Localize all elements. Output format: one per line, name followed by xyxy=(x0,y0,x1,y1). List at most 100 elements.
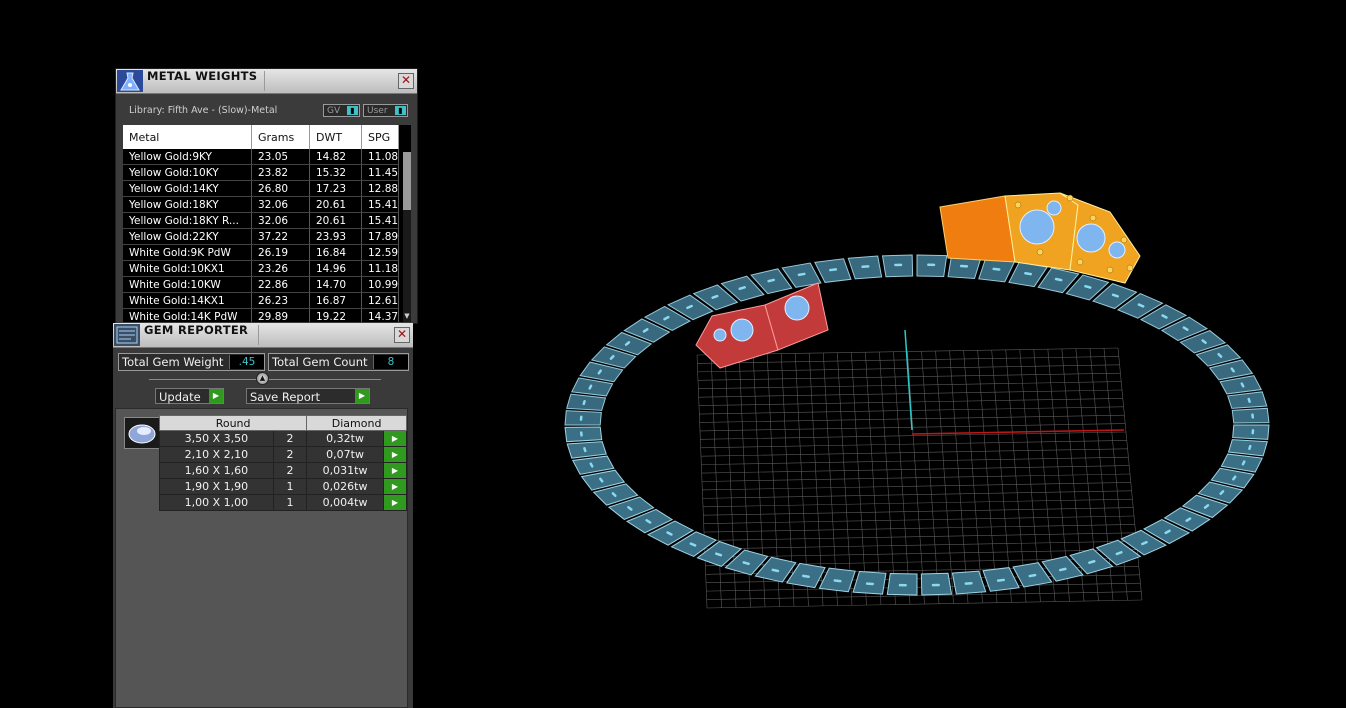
gem-row[interactable]: 2,10 X 2,10 2 0,07tw ▶ xyxy=(159,446,408,463)
close-icon[interactable]: ✕ xyxy=(394,327,410,343)
metal-name-cell: White Gold:10KW xyxy=(123,276,252,293)
gemstone xyxy=(1046,200,1062,216)
table-row[interactable]: Yellow Gold:10KY 23.82 15.32 11.45 xyxy=(123,164,400,181)
column-header-round[interactable]: Round xyxy=(158,415,308,431)
segment-slot xyxy=(992,267,1001,271)
panel-title: GEM REPORTER xyxy=(144,323,249,337)
column-header-spg[interactable]: SPG xyxy=(361,125,400,149)
select-gem-arrow-icon[interactable]: ▶ xyxy=(382,494,408,511)
user-toggle[interactable]: User ▮ xyxy=(363,104,408,117)
metal-name-cell: Yellow Gold:9KY xyxy=(123,149,252,165)
segment-slot xyxy=(715,552,723,557)
table-row[interactable]: Yellow Gold:14KY 26.80 17.23 12.88 xyxy=(123,180,400,197)
play-arrow-icon: ▶ xyxy=(355,389,369,403)
prong xyxy=(1089,214,1097,222)
gem-weight-cell: 0,004tw xyxy=(306,494,384,511)
segment-slot xyxy=(996,578,1005,582)
band-segment xyxy=(564,410,602,426)
gem-weight-cell: 0,07tw xyxy=(306,446,384,463)
table-row[interactable]: White Gold:10KW 22.86 14.70 10.99 xyxy=(123,276,400,293)
select-gem-arrow-icon[interactable]: ▶ xyxy=(382,446,408,463)
prong xyxy=(1014,201,1022,209)
column-header-dwt[interactable]: DWT xyxy=(309,125,362,149)
segment-slot xyxy=(1240,382,1245,388)
gv-toggle[interactable]: GV ▮ xyxy=(323,104,360,117)
table-row[interactable]: White Gold:9K PdW 26.19 16.84 12.59 xyxy=(123,244,400,261)
segment-slot xyxy=(599,477,604,483)
gemstone xyxy=(1019,209,1055,245)
update-button[interactable]: Update ▶ xyxy=(155,388,224,404)
metal-name-cell: White Gold:14K PdW xyxy=(123,308,252,322)
select-gem-arrow-icon[interactable]: ▶ xyxy=(382,462,408,479)
select-gem-arrow-icon[interactable]: ▶ xyxy=(382,430,408,447)
segment-slot xyxy=(833,579,842,583)
spg-cell: 12.88 xyxy=(361,180,400,197)
table-row[interactable]: White Gold:14KX1 26.23 16.87 12.61 xyxy=(123,292,400,309)
gem-list: Round Diamond 3,50 X 3,50 2 0,32tw ▶ 2,10 X … xyxy=(115,408,408,708)
segment-slot xyxy=(1028,573,1037,578)
scrollbar-thumb[interactable] xyxy=(403,152,411,210)
column-header-metal[interactable]: Metal xyxy=(123,125,252,149)
save-report-button-label: Save Report xyxy=(250,390,321,404)
grams-cell: 26.80 xyxy=(251,180,310,197)
total-gem-weight-field: Total Gem Weight .45 xyxy=(118,353,265,371)
collapse-handle-icon[interactable]: ▲ xyxy=(256,372,269,385)
gem-count-cell: 2 xyxy=(272,430,308,447)
table-row[interactable]: Yellow Gold:18KY R... 32.06 20.61 15.41 xyxy=(123,212,400,229)
band-segment xyxy=(1232,424,1270,440)
spg-cell: 12.59 xyxy=(361,244,400,261)
table-row[interactable]: Yellow Gold:9KY 23.05 14.82 11.08 xyxy=(123,149,400,165)
segment-slot xyxy=(711,294,719,299)
segment-slot xyxy=(609,354,615,360)
update-button-label: Update xyxy=(159,390,201,404)
toggle-knob-icon: ▮ xyxy=(347,106,358,115)
prong xyxy=(1126,264,1134,272)
gem-row[interactable]: 1,90 X 1,90 1 0,026tw ▶ xyxy=(159,478,408,495)
close-icon[interactable]: ✕ xyxy=(398,73,414,89)
table-row[interactable]: White Gold:10KX1 23.26 14.96 11.18 xyxy=(123,260,400,277)
segment-slot xyxy=(1247,397,1251,403)
x-axis-line xyxy=(911,429,1125,435)
table-row[interactable]: White Gold:14K PdW 29.89 19.22 14.37 xyxy=(123,308,400,322)
dwt-cell: 19.22 xyxy=(309,308,362,322)
gem-row[interactable]: 1,60 X 1,60 2 0,031tw ▶ xyxy=(159,462,408,479)
prong xyxy=(1036,248,1044,256)
gem-weight-cell: 0,031tw xyxy=(306,462,384,479)
gem-row[interactable]: 3,50 X 3,50 2 0,32tw ▶ xyxy=(159,430,408,447)
column-header-diamond[interactable]: Diamond xyxy=(306,415,407,431)
segment-slot xyxy=(802,574,810,579)
segment-slot xyxy=(1230,367,1235,373)
report-icon xyxy=(114,324,140,346)
total-gem-weight-value: .45 xyxy=(229,355,264,369)
vertical-scrollbar[interactable]: ▼ xyxy=(403,152,411,322)
segment-slot xyxy=(597,369,602,375)
metal-name-cell: Yellow Gold:22KY xyxy=(123,228,252,245)
select-gem-arrow-icon[interactable]: ▶ xyxy=(382,478,408,495)
scroll-down-icon[interactable]: ▼ xyxy=(403,312,411,322)
metal-name-cell: Yellow Gold:14KY xyxy=(123,180,252,197)
metal-name-cell: White Gold:9K PdW xyxy=(123,244,252,261)
band-segment xyxy=(566,441,607,459)
segment-slot xyxy=(666,531,673,536)
dwt-cell: 16.84 xyxy=(309,244,362,261)
save-report-button[interactable]: Save Report ▶ xyxy=(246,388,370,404)
grams-cell: 23.82 xyxy=(251,164,310,181)
gem-reporter-titlebar[interactable]: GEM REPORTER ✕ xyxy=(113,323,413,348)
column-header-grams[interactable]: Grams xyxy=(251,125,310,149)
gem-row[interactable]: 1,00 X 1,00 1 0,004tw ▶ xyxy=(159,494,408,511)
metal-weights-panel: METAL WEIGHTS ✕ Library: Fifth Ave - (Sl… xyxy=(115,68,418,324)
grams-cell: 26.19 xyxy=(251,244,310,261)
gemstone xyxy=(1076,223,1106,253)
metal-weights-titlebar[interactable]: METAL WEIGHTS ✕ xyxy=(116,69,417,94)
segment-slot xyxy=(611,492,617,498)
table-row[interactable]: Yellow Gold:18KY 32.06 20.61 15.41 xyxy=(123,196,400,213)
segment-slot xyxy=(1111,293,1119,298)
gem-weight-cell: 0,026tw xyxy=(306,478,384,495)
spg-cell: 17.89 xyxy=(361,228,400,245)
grams-cell: 23.05 xyxy=(251,149,310,165)
round-diamond-icon[interactable] xyxy=(124,417,160,449)
grams-cell: 22.86 xyxy=(251,276,310,293)
table-row[interactable]: Yellow Gold:22KY 37.22 23.93 17.89 xyxy=(123,228,400,245)
band-segment xyxy=(1231,407,1270,424)
grams-cell: 26.23 xyxy=(251,292,310,309)
